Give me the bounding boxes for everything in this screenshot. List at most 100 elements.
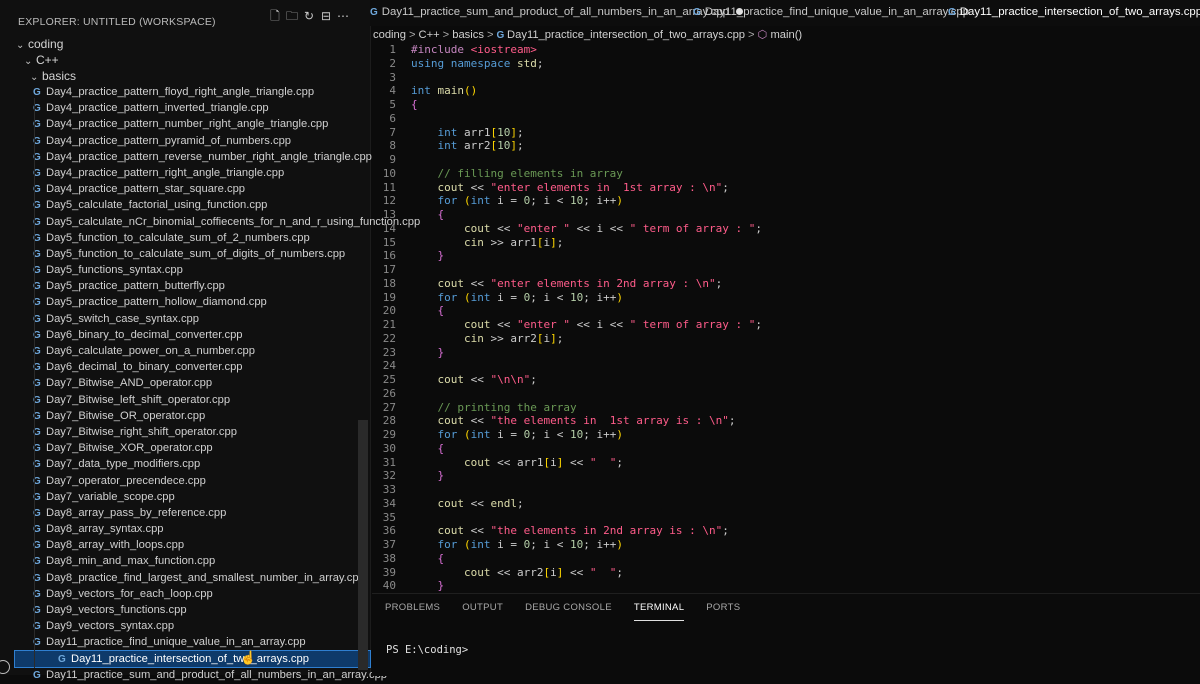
terminal-prompt[interactable]: PS E:\coding> xyxy=(386,644,468,656)
new-folder-icon[interactable]: 🗀 xyxy=(285,9,299,23)
method-cube-icon: ⬡ xyxy=(757,29,771,41)
file-label: Day6_decimal_to_binary_converter.cpp xyxy=(46,361,243,374)
tab-output[interactable]: OUTPUT xyxy=(462,602,503,620)
breadcrumb-item[interactable]: Day11_practice_intersection_of_two_array… xyxy=(507,29,745,41)
file-label: Day8_practice_find_largest_and_smallest_… xyxy=(46,571,365,584)
code-text: cout << arr1[i] << " "; xyxy=(463,455,623,469)
file-item[interactable]: G Day7_data_type_modifiers.cpp xyxy=(0,456,370,472)
file-item[interactable]: G Day9_vectors_for_each_loop.cpp xyxy=(0,586,370,602)
file-item[interactable]: G Day5_practice_pattern_hollow_diamond.cp… xyxy=(0,294,370,310)
file-item[interactable]: G Day6_calculate_power_on_a_number.cpp xyxy=(0,343,370,359)
file-item[interactable]: G Day5_calculate_nCr_binomial_coffiecents… xyxy=(0,214,420,230)
file-item[interactable]: G Day4_practice_pattern_floyd_right_angle… xyxy=(0,84,370,100)
code-text: cin >> arr2[i]; xyxy=(463,331,564,345)
file-item[interactable]: G Day5_practice_pattern_butterfly.cpp xyxy=(0,278,370,294)
tab-label: Day11_practice_intersection_of_two_array… xyxy=(959,6,1200,18)
editor-tabs: G Day11_practice_sum_and_product_of_all_n… xyxy=(370,0,1200,26)
tab-label: Day11_practice_find_unique_value_in_an_a… xyxy=(704,6,970,18)
tab-ports[interactable]: PORTS xyxy=(706,602,740,620)
file-item[interactable]: G Day9_vectors_syntax.cpp xyxy=(0,618,370,634)
cpp-file-icon: G xyxy=(948,7,956,18)
breadcrumb-item[interactable]: main() xyxy=(770,29,802,41)
file-item[interactable]: G Day6_decimal_to_binary_converter.cpp xyxy=(0,359,370,375)
code-text: for (int i = 0; i < 10; i++) xyxy=(437,290,624,304)
refresh-icon[interactable]: ↻ xyxy=(302,9,316,23)
file-item[interactable]: G Day5_function_to_calculate_sum_of_digit… xyxy=(0,246,370,262)
file-label: Day11_practice_find_unique_value_in_an_a… xyxy=(46,636,306,649)
tab-sum-and-product[interactable]: G Day11_practice_sum_and_product_of_all_n… xyxy=(370,0,743,24)
file-label: Day5_practice_pattern_hollow_diamond.cpp xyxy=(46,296,267,309)
cpp-file-icon: G xyxy=(496,30,508,41)
explorer-scrollbar[interactable] xyxy=(358,420,368,670)
file-item[interactable]: G Day6_binary_to_decimal_converter.cpp xyxy=(0,327,370,343)
file-item[interactable]: G Day4_practice_pattern_number_right_angl… xyxy=(0,116,370,132)
code-text: { xyxy=(437,208,445,221)
line-number: 20 xyxy=(382,304,396,318)
file-label: Day5_functions_syntax.cpp xyxy=(46,264,183,277)
file-item[interactable]: G Day7_Bitwise_AND_operator.cpp xyxy=(0,375,370,391)
file-label: Day7_Bitwise_XOR_operator.cpp xyxy=(46,442,213,455)
folder-basics[interactable]: ⌄ basics xyxy=(0,68,370,84)
file-label: Day8_array_with_loops.cpp xyxy=(46,539,185,552)
file-item[interactable]: G Day11_practice_intersection_of_two_arra… xyxy=(14,649,371,668)
file-label: Day4_practice_pattern_reverse_number_rig… xyxy=(46,150,372,163)
file-item[interactable]: G Day7_variable_scope.cpp xyxy=(0,489,370,505)
file-item[interactable]: G Day7_operator_precendece.cpp xyxy=(0,473,370,489)
line-number: 28 xyxy=(382,414,396,428)
code-text: cout << "enter " << i << " term of array… xyxy=(463,318,763,331)
file-item[interactable]: G Day4_practice_pattern_right_angle_trian… xyxy=(0,165,370,181)
file-item[interactable]: G Day5_function_to_calculate_sum_of_2_num… xyxy=(0,230,370,246)
file-item[interactable]: G Day8_array_with_loops.cpp xyxy=(0,537,370,553)
tab-intersection[interactable]: G Day11_practice_intersection_of_two_arra… xyxy=(948,0,1200,24)
code-text: { xyxy=(437,304,445,318)
file-label: Day5_calculate_nCr_binomial_coffiecents_… xyxy=(46,215,421,228)
line-number: 18 xyxy=(382,276,396,290)
breadcrumb-item[interactable]: coding xyxy=(373,29,406,41)
file-label: Day4_practice_pattern_inverted_triangle.… xyxy=(46,102,269,115)
file-item[interactable]: G Day11_practice_find_unique_value_in_an_… xyxy=(0,634,370,650)
file-item[interactable]: G Day5_switch_case_syntax.cpp xyxy=(0,311,370,327)
explorer-actions: 🗋 🗀 ↻ ⊟ ⋯ xyxy=(268,9,350,23)
code-text: for (int i = 0; i < 10; i++) xyxy=(437,194,624,208)
line-number: 33 xyxy=(382,483,396,496)
file-item[interactable]: G Day4_practice_pattern_pyramid_of_number… xyxy=(0,133,370,149)
file-item[interactable]: G Day4_practice_pattern_star_square.cpp xyxy=(0,181,370,197)
file-item[interactable]: G Day8_array_syntax.cpp xyxy=(0,521,370,537)
cpp-file-icon: G xyxy=(33,669,41,681)
file-item[interactable]: G Day9_vectors_functions.cpp xyxy=(0,602,370,618)
collapse-all-icon[interactable]: ⊟ xyxy=(319,9,333,23)
breadcrumb-item[interactable]: C++ xyxy=(419,29,440,41)
breadcrumb: coding > C++ > basics > G Day11_practice_inter… xyxy=(373,26,802,44)
file-label: Day8_min_and_max_function.cpp xyxy=(46,555,216,568)
tab-problems[interactable]: PROBLEMS xyxy=(385,602,440,620)
file-item[interactable]: G Day7_Bitwise_left_shift_operator.cpp xyxy=(0,392,370,408)
file-item[interactable]: G Day7_Bitwise_XOR_operator.cpp xyxy=(0,440,370,456)
folder-coding[interactable]: ⌄ coding xyxy=(0,36,370,52)
line-number: 23 xyxy=(382,345,396,359)
line-number: 35 xyxy=(382,510,396,524)
tab-find-unique[interactable]: G Day11_practice_find_unique_value_in_an_… xyxy=(693,0,969,24)
file-item[interactable]: G Day7_Bitwise_right_shift_operator.cpp xyxy=(0,424,370,440)
breadcrumb-item[interactable]: basics xyxy=(452,29,484,41)
file-item[interactable]: G Day4_practice_pattern_reverse_number_ri… xyxy=(0,149,372,165)
more-icon[interactable]: ⋯ xyxy=(336,9,350,23)
folder-cpp[interactable]: ⌄ C++ xyxy=(0,52,370,68)
file-item[interactable]: G Day8_min_and_max_function.cpp xyxy=(0,553,370,569)
tab-terminal[interactable]: TERMINAL xyxy=(633,602,685,621)
file-item[interactable]: G Day5_calculate_factorial_using_function… xyxy=(0,197,370,213)
code-text: // printing the array xyxy=(411,400,577,414)
line-number: 36 xyxy=(382,524,396,538)
line-number: 38 xyxy=(382,551,396,565)
file-item[interactable]: G Day5_functions_syntax.cpp xyxy=(0,262,370,278)
folder-label: coding xyxy=(28,37,64,51)
file-item[interactable]: G Day8_practice_find_largest_and_smallest… xyxy=(0,570,370,586)
tab-debug-console[interactable]: DEBUG CONSOLE xyxy=(525,602,612,620)
line-number: 16 xyxy=(382,249,396,263)
code-editor[interactable]: 1 #include <iostream> 2 using namespace std… xyxy=(372,43,1200,593)
new-file-icon[interactable]: 🗋 xyxy=(268,9,282,23)
file-item[interactable]: G Day4_practice_pattern_inverted_triangle… xyxy=(0,100,370,116)
file-item[interactable]: G Day8_array_pass_by_reference.cpp xyxy=(0,505,370,521)
file-item[interactable]: G Day7_Bitwise_OR_operator.cpp xyxy=(0,408,370,424)
line-number: 5 xyxy=(389,98,396,111)
line-number: 11 xyxy=(382,180,396,194)
